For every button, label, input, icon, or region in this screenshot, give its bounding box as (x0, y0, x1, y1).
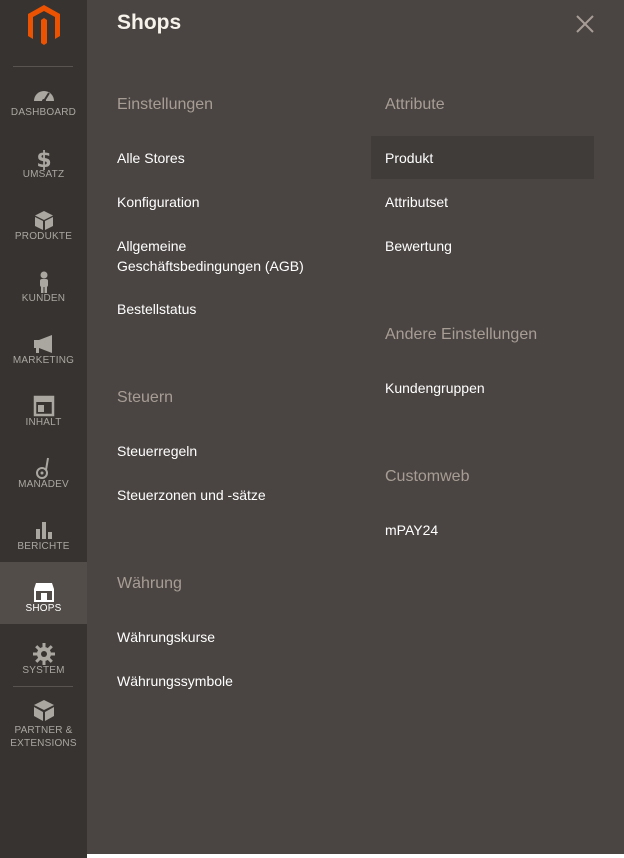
nav-label: UMSATZ (22, 169, 65, 180)
nav-partner-extensions[interactable]: PARTNER & EXTENSIONS (0, 688, 87, 750)
link-alle-stores[interactable]: Alle Stores (117, 148, 185, 168)
link-konfiguration[interactable]: Konfiguration (117, 192, 200, 212)
svg-text:$: $ (36, 148, 51, 170)
box-icon (32, 698, 56, 722)
link-mpay24[interactable]: mPAY24 (385, 520, 438, 540)
megaphone-icon (32, 332, 56, 356)
link-produkt-row[interactable]: Produkt (371, 136, 594, 179)
bar-chart-icon (32, 518, 56, 542)
nav-label: BERICHTE (17, 541, 70, 552)
link-agb[interactable]: Allgemeine Geschäftsbedingungen (AGB) (117, 236, 327, 276)
nav-label: SHOPS (25, 603, 62, 614)
link-attributset[interactable]: Attributset (385, 192, 448, 212)
section-heading-einstellungen: Einstellungen (117, 96, 214, 113)
manadev-icon (32, 456, 56, 480)
person-icon (32, 270, 56, 294)
nav-system[interactable]: SYSTEM (0, 624, 87, 686)
link-produkt[interactable]: Produkt (385, 148, 433, 168)
nav-label-line2: EXTENSIONS (10, 738, 77, 749)
nav-inhalt[interactable]: INHALT (0, 376, 87, 438)
gear-icon (32, 642, 56, 666)
nav-label: PARTNER & EXTENSIONS (0, 724, 87, 750)
nav-label: MANADEV (18, 479, 69, 490)
nav-label: PRODUKTE (14, 231, 73, 242)
nav-manadev[interactable]: MANADEV (0, 438, 87, 500)
section-heading-customweb: Customweb (385, 468, 470, 485)
nav-label: MARKETING (12, 355, 75, 366)
nav-berichte[interactable]: BERICHTE (0, 500, 87, 562)
close-icon (573, 15, 597, 40)
section-heading-attribute: Attribute (385, 96, 445, 113)
link-waehrungskurse[interactable]: Währungskurse (117, 627, 215, 647)
nav-umsatz[interactable]: $ UMSATZ (0, 128, 87, 190)
link-bestellstatus[interactable]: Bestellstatus (117, 299, 196, 319)
link-kundengruppen[interactable]: Kundengruppen (385, 378, 485, 398)
nav-label-line1: PARTNER & (14, 725, 73, 736)
admin-sidebar: DASHBOARD $ UMSATZ PRODUKTE KUNDEN MARKE… (0, 0, 87, 858)
link-waehrungssymbole[interactable]: Währungssymbole (117, 671, 233, 691)
storefront-icon (32, 580, 56, 604)
sidebar-divider (13, 686, 73, 687)
nav-kunden[interactable]: KUNDEN (0, 252, 87, 314)
cube-icon (32, 208, 56, 232)
section-heading-andere-einstellungen: Andere Einstellungen (385, 326, 538, 343)
section-heading-waehrung: Währung (117, 575, 182, 592)
link-steuerzonen[interactable]: Steuerzonen und -sätze (117, 485, 266, 505)
nav-label: SYSTEM (22, 665, 65, 676)
nav-label: DASHBOARD (10, 107, 77, 118)
dollar-icon: $ (32, 146, 56, 170)
shops-submenu-panel: Shops Einstellungen Alle Stores Konfigur… (87, 0, 624, 858)
speedometer-icon (32, 84, 56, 108)
link-bewertung[interactable]: Bewertung (385, 236, 452, 256)
nav-marketing[interactable]: MARKETING (0, 314, 87, 376)
nav-produkte[interactable]: PRODUKTE (0, 190, 87, 252)
panel-bottom-edge (87, 854, 624, 858)
nav-label: KUNDEN (21, 293, 66, 304)
magento-logo[interactable] (25, 3, 63, 47)
layout-icon (32, 394, 56, 418)
nav-label: INHALT (25, 417, 62, 428)
nav-shops[interactable]: SHOPS (0, 562, 87, 624)
section-heading-steuern: Steuern (117, 389, 174, 406)
link-steuerregeln[interactable]: Steuerregeln (117, 441, 197, 461)
page-title: Shops (117, 11, 182, 34)
close-button[interactable] (573, 12, 597, 36)
nav-dashboard[interactable]: DASHBOARD (0, 66, 87, 128)
